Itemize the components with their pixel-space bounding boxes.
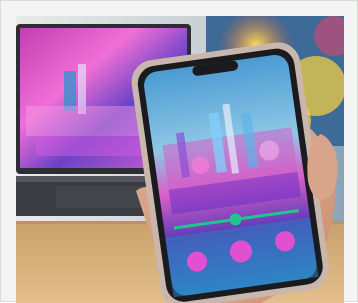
photo-frame <box>0 0 358 303</box>
photo <box>16 16 344 303</box>
smartphone <box>131 42 329 303</box>
photo-scene <box>16 16 344 303</box>
